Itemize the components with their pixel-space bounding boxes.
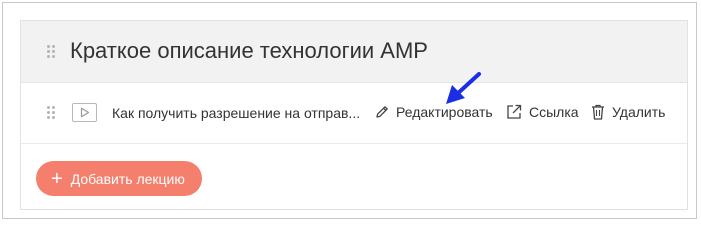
delete-button[interactable]: Удалить (590, 102, 665, 122)
annotation-arrow-icon (446, 72, 481, 104)
screenshot-frame: Краткое описание технологии AMP Как полу… (2, 2, 697, 219)
link-button[interactable]: Ссылка (505, 102, 579, 122)
section-title: Краткое описание технологии AMP (70, 38, 428, 63)
section-header: Краткое описание технологии AMP (21, 21, 687, 83)
delete-button-label: Удалить (612, 104, 666, 120)
lecture-row: Как получить разрешение на отправ... Ред… (21, 83, 687, 144)
drag-handle-icon[interactable] (47, 106, 55, 120)
link-button-label: Ссылка (529, 104, 579, 120)
external-link-icon (507, 104, 522, 119)
add-lecture-label: Добавить лекцию (70, 170, 185, 187)
course-section-card: Краткое описание технологии AMP Как полу… (20, 20, 688, 210)
plus-icon: + (51, 167, 63, 190)
drag-handle-icon[interactable] (47, 45, 55, 59)
video-play-icon (72, 103, 97, 122)
pencil-icon (376, 106, 388, 118)
add-lecture-button[interactable]: + Добавить лекцию (36, 161, 202, 196)
trash-icon (592, 104, 604, 120)
lecture-title[interactable]: Как получить разрешение на отправ... (112, 105, 360, 121)
